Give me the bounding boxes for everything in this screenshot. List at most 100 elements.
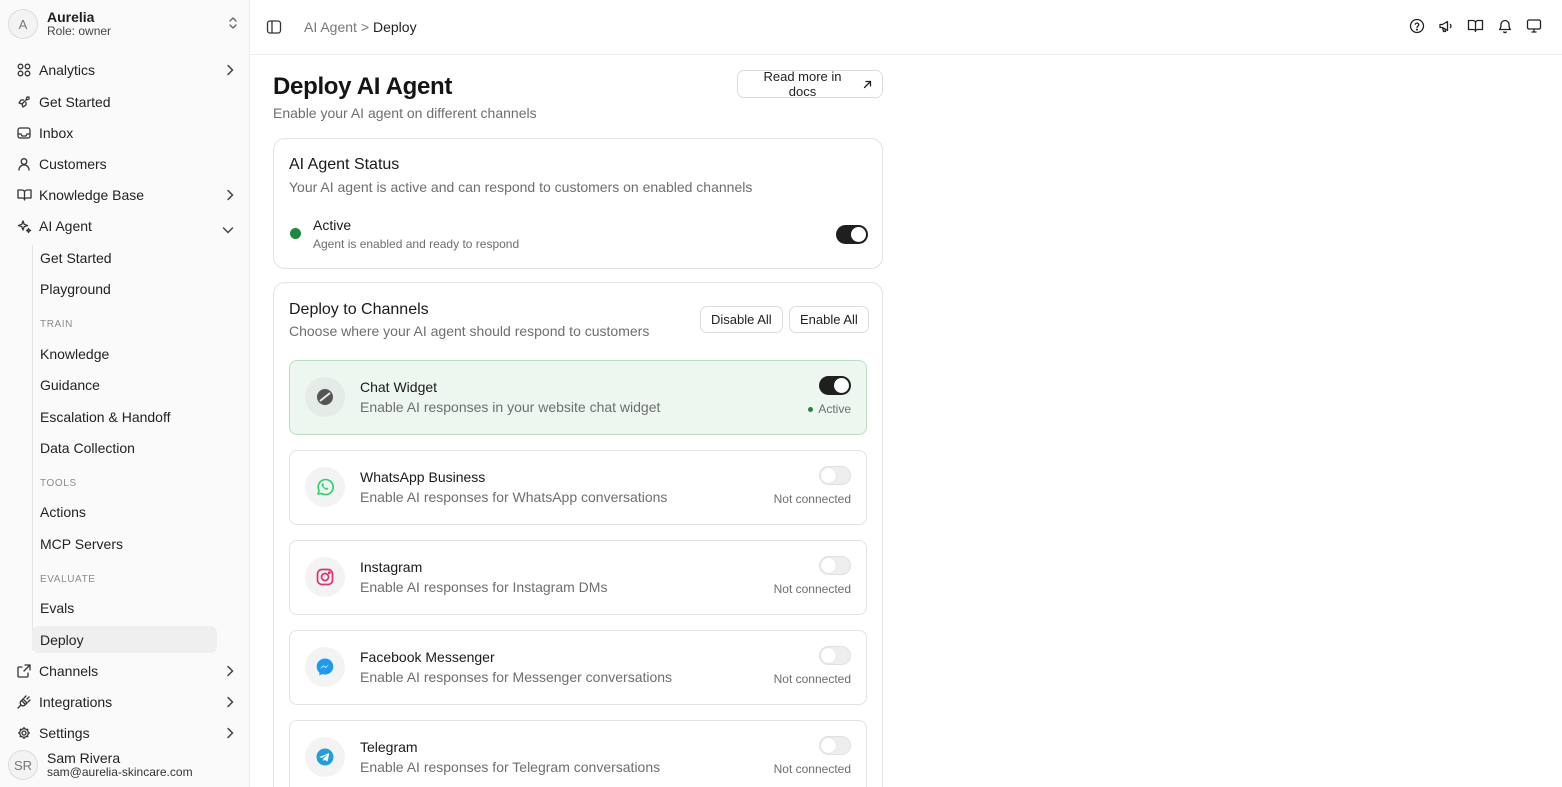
sidebar-item-label: Analytics	[39, 62, 96, 78]
sidebar-subitem-evals[interactable]: Evals	[32, 594, 217, 621]
instagram-icon	[305, 557, 345, 597]
channel-status: Active	[808, 402, 851, 416]
read-docs-button[interactable]: Read more in docs	[737, 69, 883, 99]
monitor-icon[interactable]	[1526, 18, 1542, 34]
sidebar-item-get-started[interactable]: Get Started	[8, 88, 244, 116]
channels-card-subtitle: Choose where your AI agent should respon…	[289, 323, 650, 339]
chevron-right-icon	[226, 695, 234, 711]
external-link-icon	[863, 77, 872, 92]
status-indicator-dot	[290, 228, 301, 239]
read-docs-label: Read more in docs	[763, 69, 842, 99]
sidebar-item-label: Get Started	[39, 94, 111, 110]
sidebar-item-ai-agent[interactable]: AI Agent	[8, 212, 244, 240]
sidebar-item-label: Settings	[39, 725, 90, 741]
sidebar-subitem-get-started[interactable]: Get Started	[32, 244, 217, 271]
breadcrumb-parent[interactable]: AI Agent >	[304, 19, 369, 35]
megaphone-icon[interactable]	[1438, 18, 1454, 34]
channel-description: Enable AI responses for WhatsApp convers…	[360, 489, 668, 505]
bell-icon[interactable]	[1497, 18, 1513, 34]
breadcrumb: AI Agent > Deploy	[304, 19, 417, 35]
plug-icon	[16, 694, 32, 710]
section-label-tools: TOOLS	[40, 478, 77, 489]
help-icon[interactable]	[1409, 18, 1425, 34]
user-name: Sam Rivera	[47, 750, 121, 767]
channel-status: Not connected	[774, 582, 851, 596]
workspace-name: Aurelia	[47, 9, 95, 26]
agent-status-card: AI Agent Status Your AI agent is active …	[273, 138, 883, 269]
sidebar-item-knowledge-base[interactable]: Knowledge Base	[8, 181, 244, 209]
messenger-icon	[305, 647, 345, 687]
sidebar-subitem-mcp-servers[interactable]: MCP Servers	[32, 530, 217, 557]
chevron-right-icon	[226, 726, 234, 742]
sidebar-item-label: Integrations	[39, 694, 113, 710]
channel-toggle[interactable]	[819, 376, 851, 395]
sidebar: A Aurelia Role: owner Analytics Get Star…	[0, 0, 250, 787]
sidebar-item-analytics[interactable]: Analytics	[8, 56, 244, 84]
sidebar-subitem-deploy[interactable]: Deploy	[32, 626, 217, 653]
workspace-role: Role: owner	[47, 24, 112, 39]
sidebar-item-label: Inbox	[39, 125, 74, 141]
channel-chat-widget[interactable]: Chat Widget Enable AI responses in your …	[289, 360, 867, 435]
channel-name: Telegram	[360, 739, 418, 755]
channel-status: Not connected	[774, 672, 851, 686]
channel-description: Enable AI responses in your website chat…	[360, 399, 661, 415]
sidebar-subitem-playground[interactable]: Playground	[32, 275, 217, 302]
sidebar-subitem-data-collection[interactable]: Data Collection	[32, 434, 217, 461]
enable-all-button[interactable]: Enable All	[789, 306, 869, 333]
agent-status-toggle[interactable]	[836, 225, 868, 244]
book-open-icon[interactable]	[1467, 18, 1484, 34]
user-avatar: SR	[8, 750, 38, 780]
status-card-title: AI Agent Status	[289, 156, 400, 173]
sidebar-item-label: Customers	[39, 156, 107, 172]
sidebar-subitem-escalation[interactable]: Escalation & Handoff	[32, 403, 217, 430]
chevrons-up-down-icon	[228, 16, 238, 35]
channel-telegram[interactable]: Telegram Enable AI responses for Telegra…	[289, 720, 867, 787]
chat-widget-icon	[305, 377, 345, 417]
channel-status-label: Not connected	[773, 672, 851, 686]
channel-instagram[interactable]: Instagram Enable AI responses for Instag…	[289, 540, 867, 615]
telegram-icon	[305, 737, 345, 777]
sidebar-item-settings[interactable]: Settings	[8, 719, 244, 747]
channel-toggle[interactable]	[819, 646, 851, 665]
workspace-switcher[interactable]: A Aurelia Role: owner	[8, 6, 244, 42]
channel-name: Chat Widget	[360, 379, 438, 395]
section-label-evaluate: EVALUATE	[40, 574, 96, 585]
sidebar-item-label: Knowledge Base	[39, 187, 145, 203]
channel-description: Enable AI responses for Telegram convers…	[360, 759, 661, 775]
sidebar-subitem-guidance[interactable]: Guidance	[32, 371, 217, 398]
channel-name: Instagram	[360, 559, 423, 575]
channel-status-label: Not connected	[773, 492, 851, 506]
sidebar-item-label: AI Agent	[39, 218, 92, 234]
active-dot	[808, 406, 814, 412]
sparkles-icon	[16, 218, 32, 234]
channel-name: WhatsApp Business	[360, 469, 486, 485]
sidebar-subitem-actions[interactable]: Actions	[32, 498, 217, 525]
sidebar-item-channels[interactable]: Channels	[8, 657, 244, 685]
channel-description: Enable AI responses for Instagram DMs	[360, 579, 608, 595]
gear-icon	[16, 725, 32, 741]
channel-status-label: Active	[818, 402, 851, 416]
disable-all-button[interactable]: Disable All	[700, 306, 783, 333]
sidebar-toggle-icon[interactable]	[266, 19, 282, 40]
channel-name: Facebook Messenger	[360, 649, 495, 665]
sidebar-item-customers[interactable]: Customers	[8, 150, 244, 178]
channel-toggle[interactable]	[819, 466, 851, 485]
chevron-right-icon	[226, 188, 234, 204]
channel-toggle[interactable]	[819, 736, 851, 755]
whatsapp-icon	[305, 467, 345, 507]
status-label: Active	[313, 217, 352, 233]
workspace-avatar: A	[8, 9, 38, 39]
topbar: AI Agent > Deploy	[250, 0, 1562, 55]
sidebar-item-integrations[interactable]: Integrations	[8, 688, 244, 716]
sidebar-item-inbox[interactable]: Inbox	[8, 119, 244, 147]
sidebar-subitem-knowledge[interactable]: Knowledge	[32, 340, 217, 367]
book-icon	[16, 187, 32, 203]
deploy-channels-card: Deploy to Channels Choose where your AI …	[273, 282, 883, 787]
chevron-down-icon	[222, 221, 234, 237]
user-profile[interactable]: SR Sam Rivera sam@aurelia-skincare.com	[8, 748, 244, 782]
channel-whatsapp[interactable]: WhatsApp Business Enable AI responses fo…	[289, 450, 867, 525]
channel-messenger[interactable]: Facebook Messenger Enable AI responses f…	[289, 630, 867, 705]
channel-toggle[interactable]	[819, 556, 851, 575]
chevron-right-icon	[226, 63, 234, 79]
channel-status-label: Not connected	[773, 582, 851, 596]
